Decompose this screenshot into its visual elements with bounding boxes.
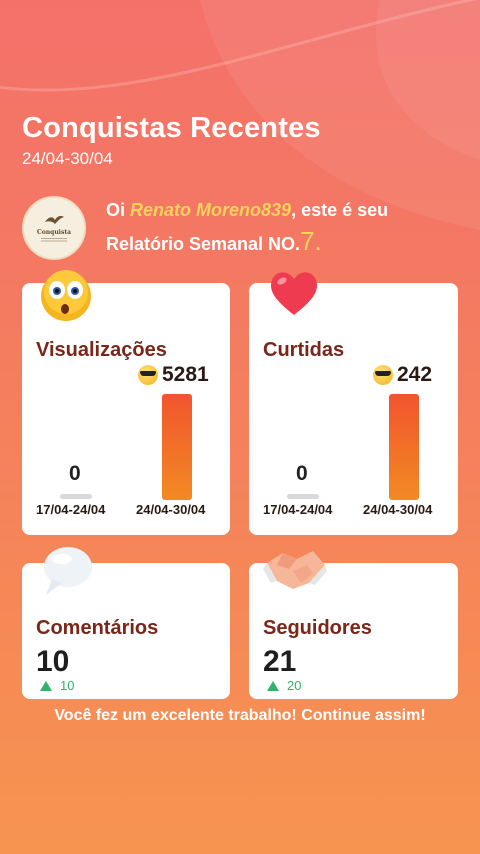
bird-logo-icon <box>45 216 64 224</box>
up-arrow-icon <box>267 680 279 691</box>
comments-value: 10 <box>36 645 70 678</box>
report-period: . <box>314 226 322 256</box>
views-previous-period: 17/04-24/04 <box>36 502 106 517</box>
likes-previous-value: 0 <box>296 462 308 485</box>
views-current-period: 24/04-30/04 <box>136 502 206 517</box>
followers-delta-value: 20 <box>287 678 302 693</box>
comments-label: Comentários <box>36 617 159 639</box>
followers-value: 21 <box>263 645 297 678</box>
speech-bubble-emoji-icon <box>44 547 92 595</box>
page-title: Conquistas Recentes <box>22 112 321 144</box>
views-previous-value: 0 <box>69 462 81 485</box>
avatar-label: Conquista <box>36 229 71 236</box>
sunglasses-emoji-icon <box>138 365 158 385</box>
greeting-prefix: Oi <box>106 200 131 220</box>
greeting-suffix: , este é seu <box>291 200 389 220</box>
likes-previous-bar <box>287 494 319 499</box>
report-number: 7 <box>300 226 315 256</box>
followers-label: Seguidores <box>263 617 372 639</box>
dizzy-face-emoji-icon <box>41 270 91 321</box>
avatar-lines <box>41 238 67 243</box>
handshake-emoji-icon <box>263 551 327 589</box>
comments-delta: 10 <box>40 678 74 693</box>
greeting-text: Oi Renato Moreno839, este é seu Relatóri… <box>106 195 388 260</box>
comments-delta-value: 10 <box>60 678 75 693</box>
date-range: 24/04-30/04 <box>22 149 113 168</box>
likes-label: Curtidas <box>263 339 345 361</box>
views-previous-bar <box>60 494 92 499</box>
sunglasses-emoji-icon <box>373 365 393 385</box>
likes-current-value: 242 <box>373 363 432 387</box>
likes-value-text: 242 <box>397 363 433 386</box>
greeting: Conquista Oi Renato Moreno839, este é se… <box>22 195 388 260</box>
encouragement-message: Você fez um excelente trabalho! Continue… <box>54 707 426 724</box>
likes-current-bar <box>389 394 419 500</box>
followers-delta: 20 <box>267 678 301 693</box>
avatar: Conquista <box>22 195 86 260</box>
views-current-bar <box>162 394 192 500</box>
header: Conquistas Recentes 24/04-30/04 <box>22 112 321 169</box>
username: Renato Moreno839 <box>130 200 292 220</box>
views-current-value: 5281 <box>138 363 209 387</box>
views-label: Visualizações <box>36 339 167 361</box>
report-label: Relatório Semanal NO. <box>106 234 301 254</box>
views-value-text: 5281 <box>162 363 209 386</box>
heart-emoji-icon <box>270 272 318 315</box>
likes-current-period: 24/04-30/04 <box>363 502 433 517</box>
likes-previous-period: 17/04-24/04 <box>263 502 333 517</box>
up-arrow-icon <box>40 680 52 691</box>
